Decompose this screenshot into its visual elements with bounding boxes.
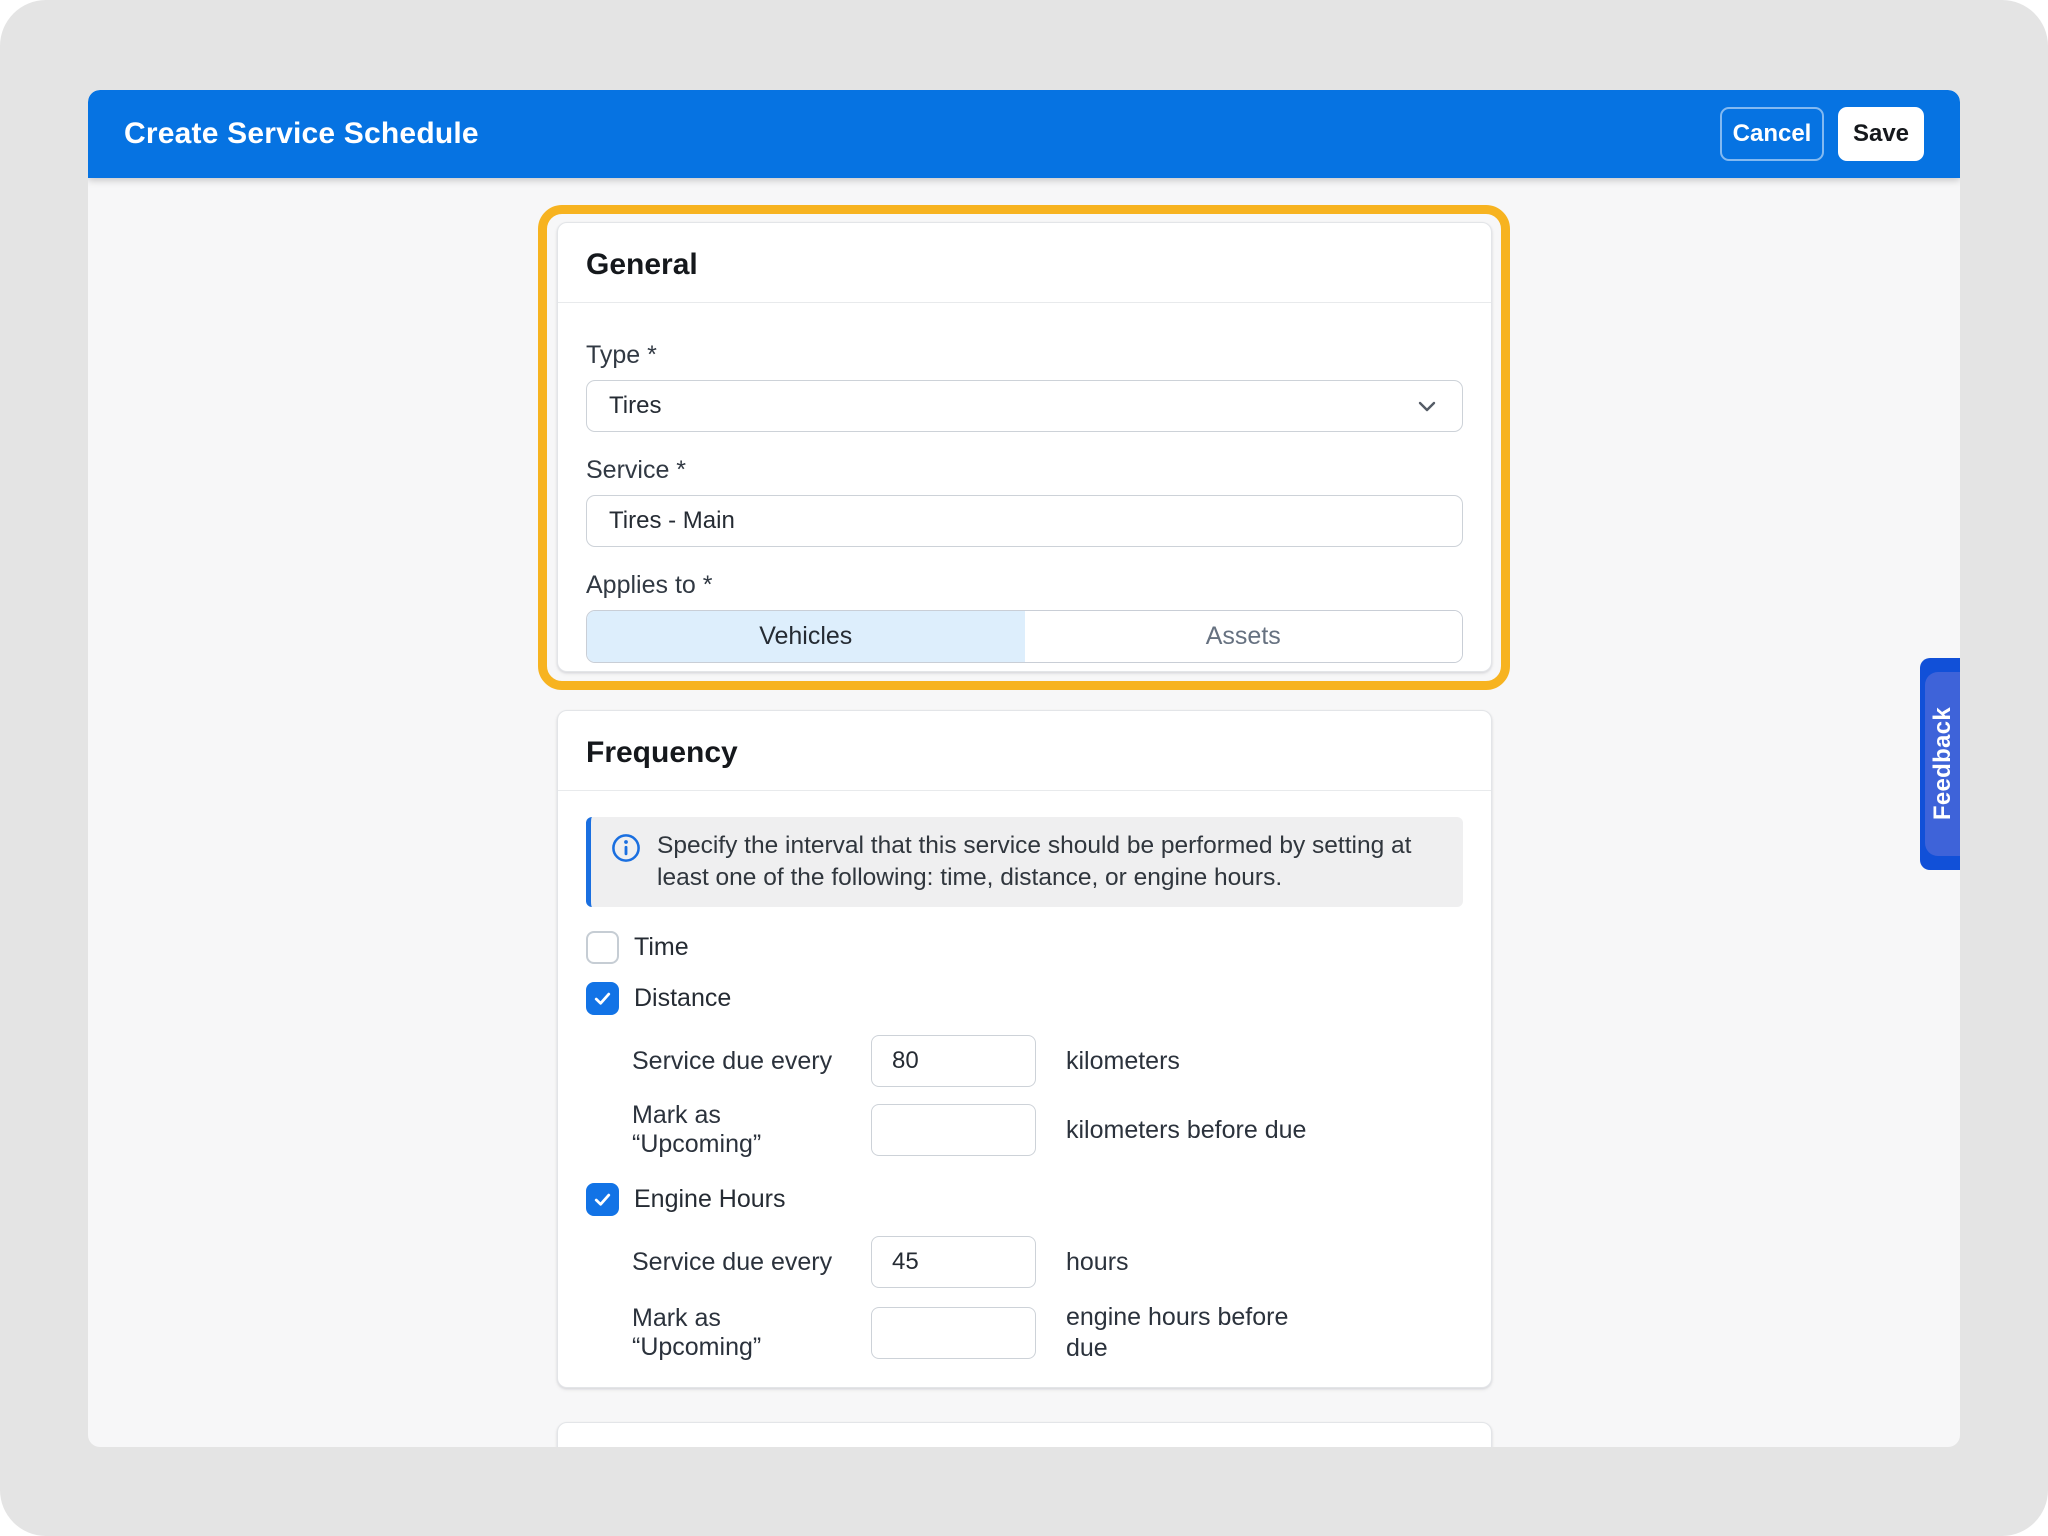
distance-row: Distance — [586, 982, 1463, 1015]
engine-hours-upcoming-unit: engine hours before due — [1066, 1302, 1321, 1364]
service-label: Service * — [586, 456, 1463, 484]
time-checkbox[interactable] — [586, 931, 619, 964]
engine-hours-due-row: Service due every hours — [632, 1236, 1463, 1288]
frequency-card-title: Frequency — [586, 735, 1463, 771]
type-select[interactable]: Tires — [586, 380, 1463, 432]
page-background: Create Service Schedule Cancel Save Gene… — [0, 0, 2048, 1536]
engine-hours-checkbox-label: Engine Hours — [634, 1185, 785, 1214]
engine-hours-due-unit: hours — [1066, 1247, 1321, 1278]
page-title: Create Service Schedule — [124, 117, 479, 151]
service-input[interactable] — [586, 495, 1463, 547]
feedback-tab[interactable]: Feedback — [1920, 658, 1960, 870]
engine-hours-upcoming-input[interactable] — [871, 1307, 1036, 1359]
time-checkbox-label: Time — [634, 933, 689, 962]
general-card-body: Type * Tires Service * Applies to * Vehi… — [558, 303, 1491, 663]
segment-assets[interactable]: Assets — [1025, 611, 1463, 662]
distance-upcoming-row: Mark as “Upcoming” kilometers before due — [632, 1101, 1463, 1159]
frequency-info-banner: Specify the interval that this service s… — [586, 817, 1463, 907]
cancel-button[interactable]: Cancel — [1720, 107, 1824, 161]
general-card: General Type * Tires Service * Applies t… — [557, 222, 1492, 672]
create-service-schedule-window: Create Service Schedule Cancel Save Gene… — [88, 90, 1960, 1447]
engine-hours-row: Engine Hours — [586, 1183, 1463, 1216]
type-select-value: Tires — [609, 392, 661, 420]
feedback-tab-inner: Feedback — [1925, 672, 1960, 856]
time-row: Time — [586, 931, 1463, 964]
segment-vehicles-label: Vehicles — [759, 622, 852, 651]
distance-checkbox-label: Distance — [634, 984, 731, 1013]
distance-due-input[interactable] — [871, 1035, 1036, 1087]
chevron-down-icon — [1414, 393, 1440, 419]
distance-upcoming-unit: kilometers before due — [1066, 1115, 1321, 1146]
distance-upcoming-input[interactable] — [871, 1104, 1036, 1156]
feedback-tab-label: Feedback — [1929, 707, 1957, 820]
frequency-card-body: Specify the interval that this service s… — [558, 791, 1491, 1394]
distance-checkbox[interactable] — [586, 982, 619, 1015]
segment-vehicles[interactable]: Vehicles — [587, 611, 1025, 662]
general-card-title: General — [586, 247, 1463, 283]
engine-hours-checkbox[interactable] — [586, 1183, 619, 1216]
distance-due-label: Service due every — [632, 1047, 841, 1076]
frequency-card-header: Frequency — [558, 711, 1491, 791]
general-card-header: General — [558, 223, 1491, 303]
frequency-info-text: Specify the interval that this service s… — [657, 830, 1439, 894]
distance-due-row: Service due every kilometers — [632, 1035, 1463, 1087]
check-icon — [592, 988, 613, 1009]
distance-upcoming-label: Mark as “Upcoming” — [632, 1101, 841, 1159]
save-button[interactable]: Save — [1838, 107, 1924, 161]
engine-hours-due-input[interactable] — [871, 1236, 1036, 1288]
applies-to-segmented-control: Vehicles Assets — [586, 610, 1463, 663]
applies-to-label: Applies to * — [586, 571, 1463, 599]
type-label: Type * — [586, 341, 1463, 369]
top-bar-actions: Cancel Save — [1720, 107, 1924, 161]
next-card-partial — [557, 1422, 1492, 1447]
check-icon — [592, 1189, 613, 1210]
top-bar: Create Service Schedule Cancel Save — [88, 90, 1960, 178]
engine-hours-due-label: Service due every — [632, 1248, 841, 1277]
distance-due-unit: kilometers — [1066, 1046, 1321, 1077]
info-icon — [611, 833, 641, 863]
frequency-card: Frequency Specify the interval that this… — [557, 710, 1492, 1388]
engine-hours-upcoming-label: Mark as “Upcoming” — [632, 1304, 841, 1362]
segment-assets-label: Assets — [1206, 622, 1281, 651]
engine-hours-upcoming-row: Mark as “Upcoming” engine hours before d… — [632, 1302, 1463, 1364]
